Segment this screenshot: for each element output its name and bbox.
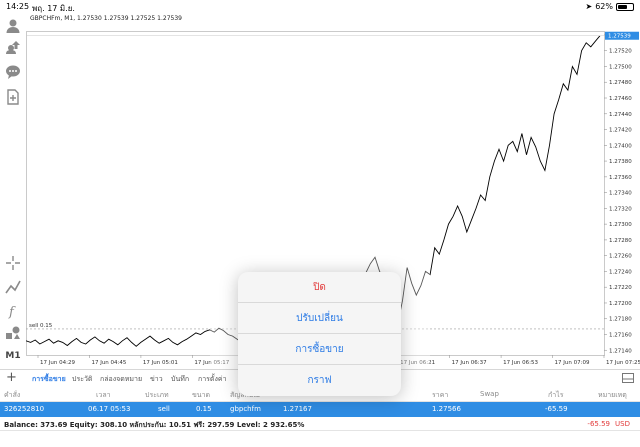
status-bar: 14:25 พฤ. 17 มิ.ย. ➤ 62%: [0, 0, 640, 14]
popover-modify[interactable]: ปรับเปลี่ยน: [238, 303, 401, 334]
balance-pl: -65.59: [587, 420, 610, 428]
row-open-price: 1.27167: [283, 405, 312, 413]
x-tick-label: 17 Jun 07:09: [555, 360, 590, 366]
x-tick-label: 17 Jun 05:01: [143, 360, 178, 366]
y-tick-label: 1.27400: [609, 143, 632, 149]
location-icon: ➤: [585, 2, 593, 11]
x-tick-label: 17 Jun 04:29: [40, 360, 75, 366]
expand-icon[interactable]: [622, 373, 634, 383]
row-volume: 0.15: [196, 405, 212, 413]
timeframe-label: M1: [5, 351, 21, 361]
row-price: 1.27566: [432, 405, 461, 413]
balance-text: Balance: 373.69 Equity: 308.10 หลักประกั…: [4, 421, 305, 429]
y-tick-label: 1.27160: [609, 333, 632, 339]
col-swap: Swap: [480, 390, 499, 398]
crosshair-icon[interactable]: [4, 254, 22, 272]
col-volume: ขนาด: [192, 391, 211, 399]
y-tick-label: 1.27340: [609, 191, 632, 197]
y-tick-label: 1.27300: [609, 222, 632, 228]
tab-news[interactable]: ข่าว: [150, 374, 163, 385]
tab-journal[interactable]: บันทึก: [171, 374, 189, 385]
signals-icon[interactable]: [4, 38, 22, 56]
y-tick-label: 1.27520: [609, 49, 632, 55]
current-price-label: 1.27539: [608, 34, 631, 40]
tab-settings[interactable]: การตั้งค่า: [198, 374, 227, 385]
y-tick-label: 1.27280: [609, 238, 632, 244]
status-time: 14:25: [6, 2, 30, 11]
tab-history[interactable]: ประวัติ: [72, 374, 92, 385]
chat-icon[interactable]: [4, 63, 22, 81]
popover-close[interactable]: ปิด: [238, 272, 401, 303]
y-tick-label: 1.27260: [609, 254, 632, 260]
balance-currency: USD: [615, 420, 630, 428]
new-order-icon[interactable]: [4, 88, 22, 106]
tab-mailbox[interactable]: กล่องจดหมาย: [100, 374, 142, 385]
popover-chart[interactable]: กราฟ: [238, 365, 401, 396]
y-tick-label: 1.27420: [609, 128, 632, 134]
col-price: ราคา: [432, 391, 449, 399]
y-tick-label: 1.27320: [609, 206, 632, 212]
col-time: เวลา: [96, 391, 111, 399]
profile-icon[interactable]: [4, 17, 22, 35]
status-right: ➤ 62%: [586, 2, 634, 11]
balance-bar: Balance: 373.69 Equity: 308.10 หลักประกั…: [0, 417, 640, 431]
svg-text:f: f: [8, 305, 16, 319]
position-row[interactable]: 326252810 06.17 05:53 sell 0.15 gbpchfm …: [0, 402, 640, 417]
col-order: คำสั่ง: [4, 391, 21, 399]
chart-title: GBPCHFm, M1, 1.27530 1.27539 1.27525 1.2…: [30, 15, 182, 22]
y-tick-label: 1.27500: [609, 64, 632, 70]
battery-percent: 62%: [595, 2, 613, 11]
timeframe-button[interactable]: M1: [4, 347, 22, 365]
objects-icon[interactable]: [4, 324, 22, 342]
indicators-icon[interactable]: [4, 278, 22, 296]
position-popover: ปิด ปรับเปลี่ยน การซื้อขาย กราฟ: [238, 272, 401, 396]
row-symbol: gbpchfm: [230, 405, 261, 413]
x-tick-label: 17 Jun 04:45: [91, 360, 126, 366]
col-type: ประเภท: [145, 391, 169, 399]
row-order: 326252810: [4, 405, 45, 413]
left-toolbar: f M1: [0, 14, 26, 364]
row-profit: -65.59: [545, 405, 568, 413]
add-icon[interactable]: +: [6, 371, 17, 385]
y-tick-label: 1.27180: [609, 317, 632, 323]
y-tick-label: 1.27200: [609, 301, 632, 307]
col-comment: หมายเหตุ: [598, 391, 627, 399]
function-icon[interactable]: f: [4, 302, 22, 320]
y-tick-label: 1.27480: [609, 80, 632, 86]
y-tick-label: 1.27380: [609, 159, 632, 165]
col-profit: กำไร: [548, 391, 564, 399]
y-tick-label: 1.27460: [609, 96, 632, 102]
x-tick-label: 17 Jun 07:25: [606, 360, 640, 366]
y-tick-label: 1.27220: [609, 285, 632, 291]
trade-line-label: sell 0.15: [29, 323, 53, 329]
popover-trade[interactable]: การซื้อขาย: [238, 334, 401, 365]
x-tick-label: 17 Jun 06:53: [503, 360, 538, 366]
tab-trade[interactable]: การซื้อขาย: [32, 374, 66, 385]
y-tick-label: 1.27360: [609, 175, 632, 181]
row-type: sell: [158, 405, 170, 413]
battery-icon: [616, 2, 634, 11]
y-tick-label: 1.27140: [609, 348, 632, 354]
row-time: 06.17 05:53: [88, 405, 131, 413]
y-tick-label: 1.27440: [609, 112, 632, 118]
battery-fill: [618, 4, 627, 9]
x-tick-label: 17 Jun 06:37: [452, 360, 487, 366]
y-tick-label: 1.27240: [609, 269, 632, 275]
